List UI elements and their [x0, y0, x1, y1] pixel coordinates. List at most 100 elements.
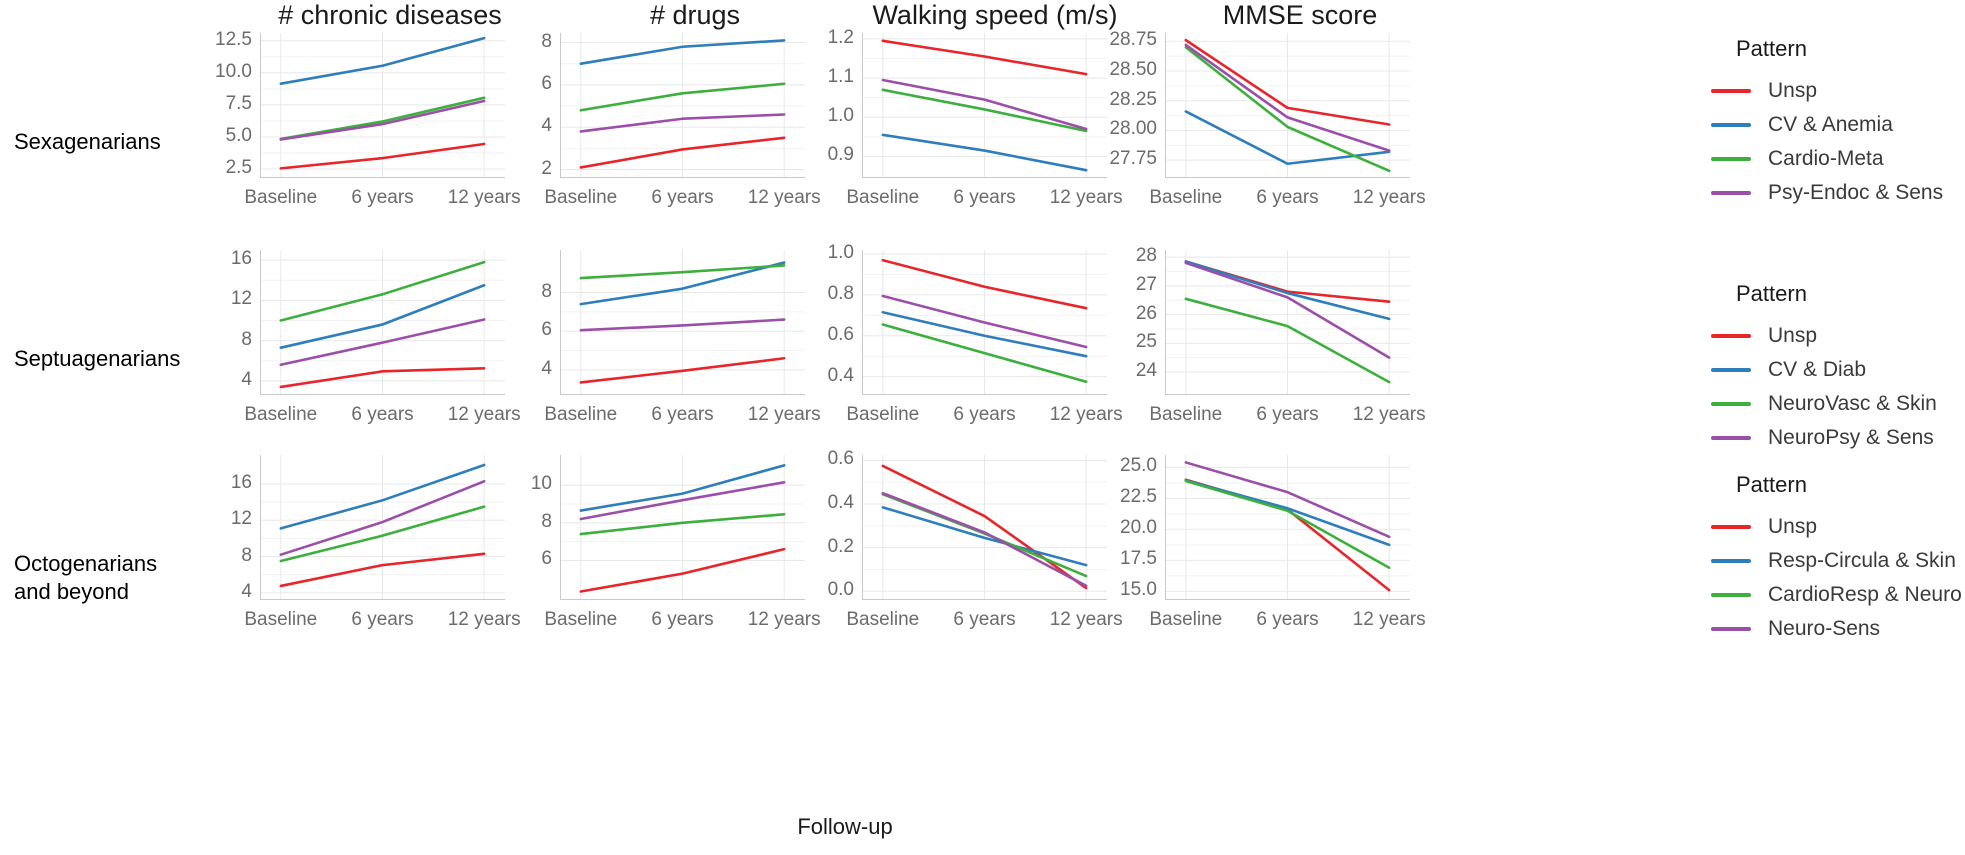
y-tick-label: 26	[1135, 302, 1157, 324]
y-tick-label: 20.0	[1120, 517, 1157, 539]
legend-title: Pattern	[1736, 36, 1807, 61]
legend-item-label: Unsp	[1768, 324, 1818, 347]
chart-panel-r2c4	[1165, 250, 1410, 395]
legend-item-cardioresp-neuro[interactable]: CardioResp & Neuro	[1708, 578, 1965, 612]
legend-item-label: NeuroVasc & Skin	[1768, 392, 1937, 415]
legend-line-swatch-icon	[1708, 395, 1754, 413]
legend-entries: Unsp CV & Anemia Cardio-Meta Psy-Endoc & Se…	[1708, 74, 1965, 210]
legend-item-neuro-sens[interactable]: Neuro-Sens	[1708, 612, 1965, 646]
legend-item-neurovasc-skin[interactable]: NeuroVasc & Skin	[1708, 387, 1965, 421]
y-tick-label: 8	[541, 30, 552, 52]
legend-item-label: Cardio-Meta	[1768, 147, 1884, 170]
chart-panel-r1c1	[260, 33, 505, 178]
legend-item-unsp[interactable]: Unsp	[1708, 319, 1965, 353]
legend-item-cv-anemia[interactable]: CV & Anemia	[1708, 108, 1965, 142]
y-tick-label: 0.9	[827, 144, 854, 166]
y-tick-label: 15.0	[1120, 579, 1157, 601]
y-tick-label: 17.5	[1120, 548, 1157, 570]
chart-panel-r1c2	[560, 33, 805, 178]
legend-line-swatch-icon	[1708, 327, 1754, 345]
legend-line-swatch-icon	[1708, 150, 1754, 168]
y-tick-label: 8	[241, 544, 252, 566]
y-tick-label: 6	[541, 548, 552, 570]
plot-area	[560, 455, 805, 600]
y-tick-label: 10	[530, 473, 552, 495]
y-tick-label: 25.0	[1120, 455, 1157, 477]
legend-item-psy-endoc-sens[interactable]: Psy-Endoc & Sens	[1708, 176, 1965, 210]
legend-item-neuropsy-sens[interactable]: NeuroPsy & Sens	[1708, 421, 1965, 455]
legend-item-resp-circula-skin[interactable]: Resp-Circula & Skin	[1708, 544, 1965, 578]
legend-line-swatch-icon	[1708, 184, 1754, 202]
row-label-line: Octogenarians	[14, 551, 158, 576]
legend-item-label: Neuro-Sens	[1768, 617, 1881, 640]
legend-line-swatch-icon	[1708, 620, 1754, 638]
y-tick-label: 0.6	[827, 323, 854, 345]
legend-row-3: Pattern Unsp Resp-Circula & Skin CardioRes…	[1708, 472, 1965, 646]
y-tick-label: 24	[1135, 360, 1157, 382]
y-tick-label: 4	[541, 115, 552, 137]
x-tick-label: 12 years	[1352, 187, 1426, 208]
y-tick-label: 10.0	[215, 60, 252, 82]
y-tick-label: 8	[541, 280, 552, 302]
legend-title: Pattern	[1736, 472, 1807, 497]
plot-area	[1165, 250, 1410, 395]
legend-item-unsp[interactable]: Unsp	[1708, 74, 1965, 108]
legend-title: Pattern	[1736, 281, 1807, 306]
y-tick-label: 0.4	[827, 492, 854, 514]
y-tick-label: 12	[230, 508, 252, 530]
plot-area	[862, 33, 1107, 178]
y-tick-label: 1.0	[827, 242, 854, 264]
chart-panel-r1c4	[1165, 33, 1410, 178]
y-tick-label: 12	[230, 288, 252, 310]
legend-item-label: NeuroPsy & Sens	[1768, 426, 1934, 449]
column-title-walking-speed: Walking speed (m/s)	[872, 0, 1118, 30]
legend-entries: Unsp Resp-Circula & Skin CardioResp & Neur…	[1708, 510, 1965, 646]
y-tick-label: 28	[1135, 245, 1157, 267]
y-tick-label: 22.5	[1120, 486, 1157, 508]
y-tick-label: 0.0	[827, 579, 854, 601]
plot-area	[862, 455, 1107, 600]
y-tick-label: 28.50	[1109, 59, 1157, 81]
legend-line-swatch-icon	[1708, 361, 1754, 379]
y-tick-label: 0.6	[827, 448, 854, 470]
legend-item-cv-diab[interactable]: CV & Diab	[1708, 353, 1965, 387]
y-tick-label: 5.0	[225, 124, 252, 146]
legend-item-label: CardioResp & Neuro	[1768, 583, 1962, 606]
legend-item-label: CV & Anemia	[1768, 113, 1893, 136]
legend-item-label: CV & Diab	[1768, 358, 1867, 381]
y-tick-label: 1.2	[827, 26, 854, 48]
y-tick-label: 2	[541, 157, 552, 179]
legend-line-swatch-icon	[1708, 552, 1754, 570]
column-title-chronic-diseases: # chronic diseases	[278, 0, 502, 30]
legend-entries: Unsp CV & Diab NeuroVasc & Skin NeuroPsy & …	[1708, 319, 1965, 455]
y-tick-label: 27	[1135, 273, 1157, 295]
y-tick-label: 6	[541, 319, 552, 341]
y-tick-label: 28.00	[1109, 118, 1157, 140]
y-tick-label: 25	[1135, 331, 1157, 353]
legend-row-2: Pattern Unsp CV & Diab NeuroVasc & Skin Neu…	[1708, 281, 1965, 455]
x-tick-label: 12 years	[1352, 609, 1426, 630]
y-tick-label: 8	[541, 510, 552, 532]
legend-line-swatch-icon	[1708, 429, 1754, 447]
y-tick-label: 28.25	[1109, 88, 1157, 110]
row-label-line: and beyond	[14, 578, 129, 604]
plot-area	[1165, 33, 1410, 178]
y-tick-label: 1.0	[827, 105, 854, 127]
legend-line-swatch-icon	[1708, 518, 1754, 536]
y-tick-label: 16	[230, 248, 252, 270]
y-tick-label: 0.4	[827, 364, 854, 386]
legend-item-label: Unsp	[1768, 79, 1818, 102]
legend-item-label: Psy-Endoc & Sens	[1768, 181, 1944, 204]
y-tick-label: 0.2	[827, 535, 854, 557]
legend-item-cardio-meta[interactable]: Cardio-Meta	[1708, 142, 1965, 176]
chart-panel-r1c3	[862, 33, 1107, 178]
legend-row-1: Pattern Unsp CV & Anemia Cardio-Meta Psy-En…	[1708, 36, 1965, 210]
y-tick-label: 4	[541, 357, 552, 379]
column-title-mmse-score: MMSE score	[1222, 0, 1378, 30]
legend-item-unsp[interactable]: Unsp	[1708, 510, 1965, 544]
chart-panel-r3c2	[560, 455, 805, 600]
x-tick-label: 12 years	[1352, 404, 1426, 425]
y-tick-label: 7.5	[225, 92, 252, 114]
plot-area	[260, 33, 505, 178]
chart-panel-r2c2	[560, 250, 805, 395]
